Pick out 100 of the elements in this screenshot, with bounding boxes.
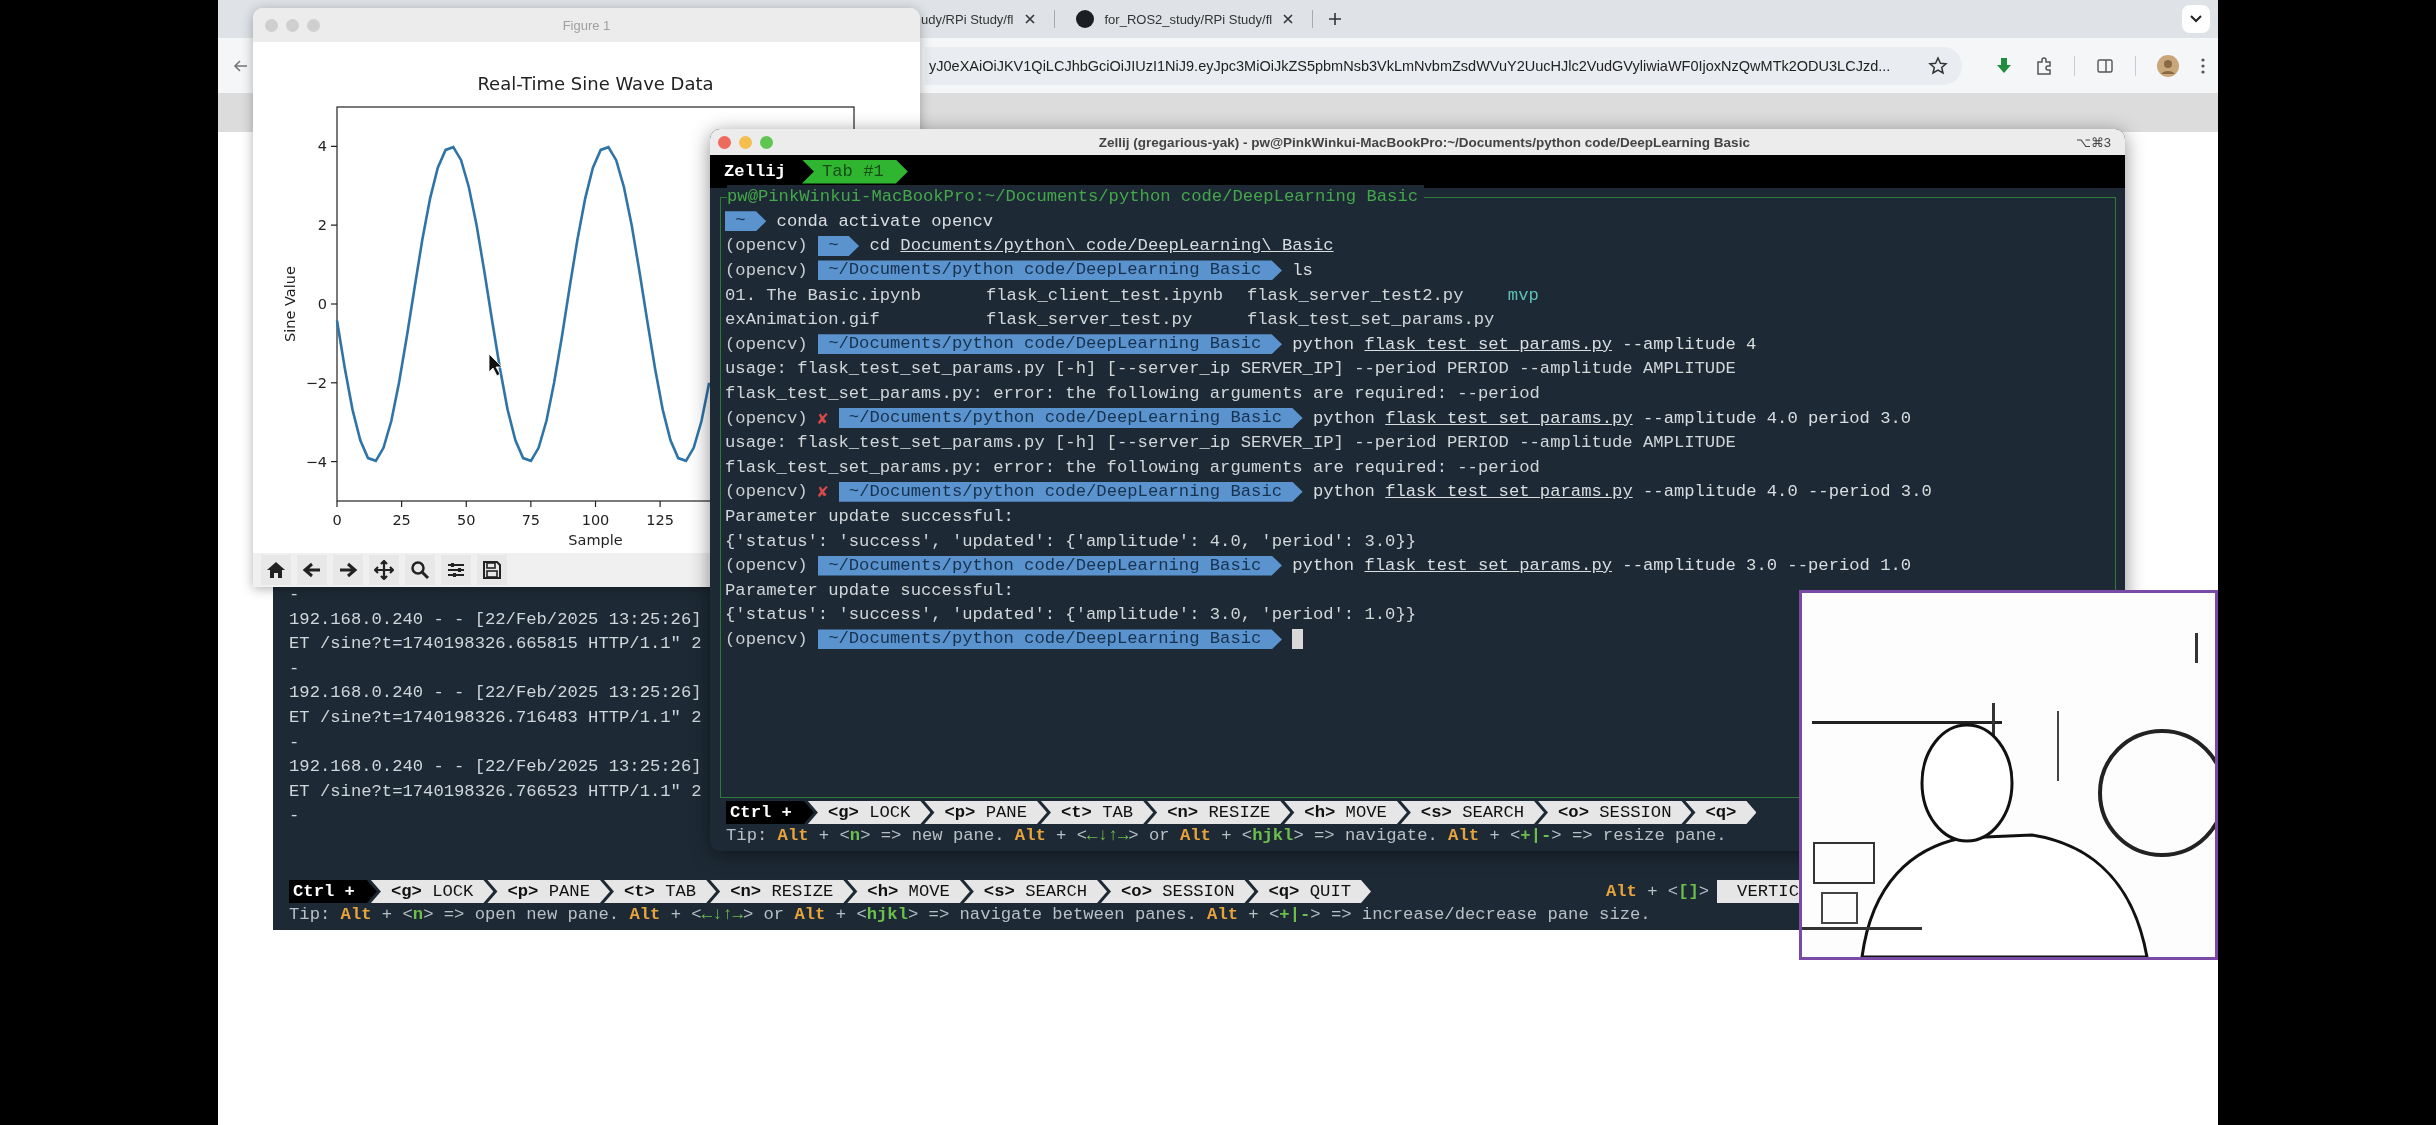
file-name: exAnimation.gif <box>725 310 881 330</box>
move-arrows-icon <box>374 560 394 580</box>
file-name: flask_client_test.ipynb <box>985 285 1225 305</box>
output-line: flask_test_set_params.py: error: the following arguments are required: --period <box>725 383 1540 403</box>
prompt-path: ~ <box>725 211 767 232</box>
log-line: - <box>289 731 301 754</box>
file-path-link[interactable]: flask_test_set_params.py <box>1385 408 1633 428</box>
new-tab-button[interactable] <box>1327 11 1344 27</box>
mouse-pointer-icon <box>488 353 503 377</box>
close-button[interactable] <box>718 135 731 149</box>
env-label: (opencv) <box>725 334 808 354</box>
puzzle-icon[interactable] <box>2034 55 2054 76</box>
env-label: (opencv) <box>725 236 808 256</box>
mode-label: Ctrl + <box>726 801 814 824</box>
env-label: (opencv) <box>725 261 808 280</box>
shortcut-hint: <n> RESIZE <box>710 880 854 903</box>
tick-label: 4 <box>317 138 327 155</box>
save-button[interactable] <box>477 555 507 585</box>
command-text: python <box>1312 408 1376 428</box>
shortcut-hint: <g> LOCK <box>807 801 931 824</box>
forward-button[interactable] <box>333 555 363 585</box>
shortcut-hint: <q> <box>1685 801 1757 824</box>
tip-text: Tip: Alt + <n> => open new pane. Alt + <←↓↑→> or Alt + <hjkl> => navigate between panes. Alt + <+|-> => increase/decrease pane size. <box>288 904 1652 926</box>
tick-label: 50 <box>457 512 476 528</box>
tab-list-button[interactable] <box>2182 5 2210 33</box>
prompt-path: ~/Documents/python code/DeepLearning Basic <box>838 408 1303 429</box>
file-name: flask_server_test.py <box>985 310 1194 330</box>
file-path-link[interactable]: flask_test_set_params.py <box>1385 482 1633 502</box>
window-title: Zellij (gregarious-yak) - pw@PinkWinkui-MacBookPro:~/Documents/python code/DeepLearning Basic <box>1098 134 1750 150</box>
back-icon[interactable] <box>233 57 249 74</box>
shortcut-hint: <t> TAB <box>603 880 717 903</box>
file-path-link[interactable]: flask_test_set_params.py <box>1364 556 1613 576</box>
layout-label: VERTIC <box>1717 880 1799 903</box>
axis-label: Sample <box>568 532 623 548</box>
tick-label: 75 <box>521 512 541 528</box>
prompt-path: ~/Documents/python code/DeepLearning Basic <box>817 334 1282 355</box>
browser-tab[interactable]: for_ROS2_study/RPi Study/fl <box>1062 4 1305 34</box>
log-line: ET /sine?t=1740198326.766523 HTTP/1.1" 2 <box>289 780 703 803</box>
tip-text: Tip: Alt + <n> => new pane. Alt + <←↓↑→> or Alt + <hjkl> => navigate. Alt + <+|-> => resize pane. <box>725 825 1728 847</box>
command-text: --amplitude 4.0 --period 3.0 <box>1642 482 1932 502</box>
search-button[interactable] <box>405 555 435 585</box>
command-text: python <box>1292 556 1356 576</box>
file-path-link[interactable]: flask_test_set_params.py <box>1364 334 1613 354</box>
shortcut-hint: <o> SESSION <box>1538 801 1692 824</box>
close-icon[interactable] <box>1282 13 1295 25</box>
output-line: {'status': 'success', 'updated': {'amplitude': 3.0, 'period': 1.0}} <box>725 605 1417 625</box>
log-line: 192.168.0.240 - - [22/Feb/2025 13:25:26] <box>289 756 703 779</box>
env-label: (opencv) <box>725 482 808 502</box>
log-line: 192.168.0.240 - - [22/Feb/2025 13:25:26] <box>289 608 703 631</box>
address-bar[interactable]: yJ0eXAiOiJKV1QiLCJhbGciOiJIUzI1NiJ9.eyJpc3MiOiJkZS5pbmNsb3VkLmNvbmZsdWVuY2UucHJlc2VudGVyliwiaWF0IjoxNzQwMTk2ODU3LCJzd... <box>925 46 1962 85</box>
tick-label: −2 <box>305 374 327 391</box>
file-name: flask_test_set_params.py <box>1246 310 1496 330</box>
shortcut-hint: <h> MOVE <box>847 880 970 903</box>
shortcut-hint: <g> LOCK <box>370 880 494 903</box>
command-text: --amplitude 4.0 period 3.0 <box>1642 408 1912 428</box>
mode-label: Ctrl + <box>289 880 377 903</box>
command-text: cd <box>869 236 892 256</box>
terminal-tab[interactable]: Tab #1 <box>801 159 908 184</box>
error-mark: ✘ <box>817 408 829 429</box>
prompt-path: ~/Documents/python code/DeepLearning Basic <box>817 260 1282 281</box>
tick-label: 125 <box>646 512 674 528</box>
output-line: usage: flask_test_set_params.py [-h] [--server_ip SERVER_IP] --period PERIOD --amplitude AMPLITUDE <box>725 433 1736 453</box>
shortcut-hint: <h> MOVE <box>1284 801 1407 824</box>
env-label: (opencv) <box>725 408 808 428</box>
command-text: --amplitude 4 <box>1621 334 1757 354</box>
avatar-icon[interactable] <box>2156 53 2180 78</box>
app-name: Zellij <box>724 162 787 181</box>
settings-button[interactable] <box>441 555 471 585</box>
tick-label: 0 <box>317 296 327 312</box>
file-name: 01. The Basic.ipynb <box>725 285 922 305</box>
shortcut-hint: <n> RESIZE <box>1147 801 1291 824</box>
command-text: ls <box>1292 261 1313 280</box>
shortcut-hint: <q> QUIT <box>1248 880 1371 903</box>
window-title: Figure 1 <box>561 17 612 33</box>
tick-label: 25 <box>392 512 411 528</box>
shortcut-hint: <p> PANE <box>924 801 1047 824</box>
tick-label: −4 <box>305 453 327 470</box>
shortcut-hint: <p> PANE <box>487 880 610 903</box>
command-text: python <box>1312 482 1376 502</box>
tick-label: 100 <box>581 512 610 528</box>
back-button[interactable] <box>297 555 327 585</box>
prompt-path: ~/Documents/python code/DeepLearning Basic <box>817 629 1282 650</box>
star-icon[interactable] <box>1928 55 1948 76</box>
axis-label: Sine Value <box>282 266 298 342</box>
home-icon <box>266 560 286 580</box>
output-line: Parameter update successful: <box>725 506 1014 526</box>
right-arrow-icon <box>338 560 358 580</box>
home-button[interactable] <box>261 555 291 585</box>
file-path-link[interactable]: Documents/python\ code/DeepLearning\ Basic <box>900 236 1334 256</box>
log-line: - <box>289 805 301 828</box>
browser-tab[interactable]: udy/RPi Study/fl <box>921 4 1046 34</box>
shortcut-hint: <t> TAB <box>1040 801 1154 824</box>
left-arrow-icon <box>302 560 322 580</box>
log-line: 192.168.0.240 - - [22/Feb/2025 13:25:26] <box>289 682 703 705</box>
command-text: python <box>1292 334 1356 354</box>
close-icon[interactable] <box>1023 13 1036 25</box>
pan-button[interactable] <box>369 555 399 585</box>
chart-title: Real-Time Sine Wave Data <box>477 73 714 94</box>
log-line: ET /sine?t=1740198326.716483 HTTP/1.1" 2 <box>289 706 703 729</box>
output-line: {'status': 'success', 'updated': {'amplitude': 4.0, 'period': 3.0}} <box>725 531 1417 551</box>
